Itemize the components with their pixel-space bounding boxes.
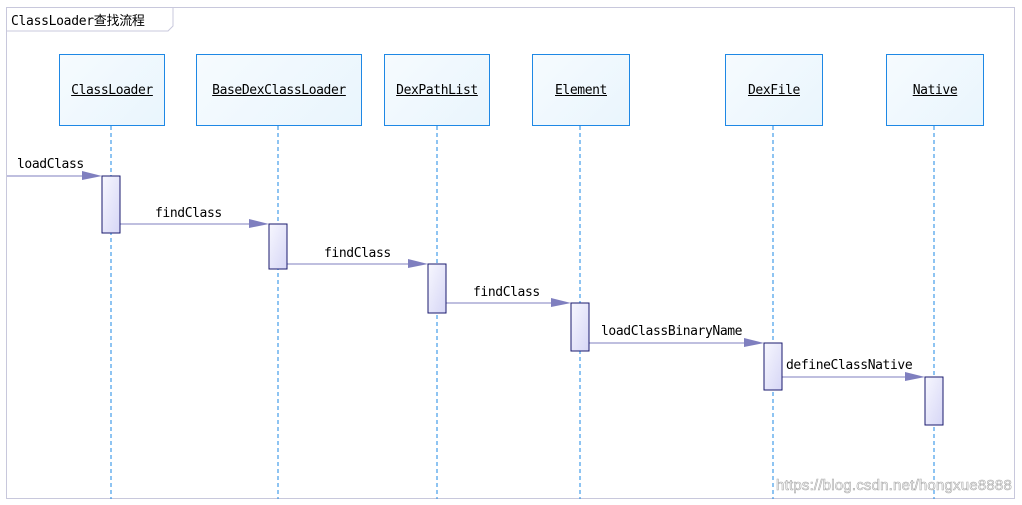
participant-dexpathlist[interactable]: DexPathList bbox=[384, 54, 490, 126]
activation-bar-native bbox=[924, 376, 944, 426]
participant-label: Native bbox=[912, 82, 958, 98]
participant-label: DexPathList bbox=[396, 82, 478, 98]
activation-bar-classloader bbox=[101, 175, 121, 234]
participant-label: DexFile bbox=[748, 82, 800, 98]
message-arrowhead-icon bbox=[905, 372, 925, 381]
participant-element[interactable]: Element bbox=[532, 54, 630, 126]
activation-bar-dexpathlist bbox=[427, 263, 447, 314]
message-label-loadclassbinaryname: loadClassBinaryName bbox=[601, 324, 743, 339]
message-label-findclass-2: findClass bbox=[324, 246, 391, 261]
activation-bar-element bbox=[570, 302, 590, 352]
participant-label: ClassLoader bbox=[71, 82, 153, 98]
message-arrowhead-icon bbox=[249, 219, 269, 228]
participant-label: Element bbox=[555, 82, 607, 98]
participant-dexfile[interactable]: DexFile bbox=[725, 54, 823, 126]
message-arrowhead-icon bbox=[551, 298, 571, 307]
activation-bar-basedexclassloader bbox=[268, 223, 288, 270]
participant-label: BaseDexClassLoader bbox=[212, 82, 346, 98]
message-arrowhead-icon bbox=[744, 338, 764, 347]
participant-classloader[interactable]: ClassLoader bbox=[59, 54, 165, 126]
participant-native[interactable]: Native bbox=[886, 54, 984, 126]
message-arrowhead-icon bbox=[408, 259, 428, 268]
message-label-findclass-1: findClass bbox=[155, 206, 222, 221]
message-label-defineclassnative: defineClassNative bbox=[786, 358, 913, 373]
message-arrowhead-icon bbox=[82, 171, 102, 180]
message-label-findclass-3: findClass bbox=[473, 285, 540, 300]
participant-basedexclassloader[interactable]: BaseDexClassLoader bbox=[196, 54, 362, 126]
activation-bar-dexfile bbox=[763, 342, 783, 391]
watermark-text: https://blog.csdn.net/hongxue8888 bbox=[776, 477, 1012, 495]
message-label-loadclass: loadClass bbox=[17, 157, 84, 172]
